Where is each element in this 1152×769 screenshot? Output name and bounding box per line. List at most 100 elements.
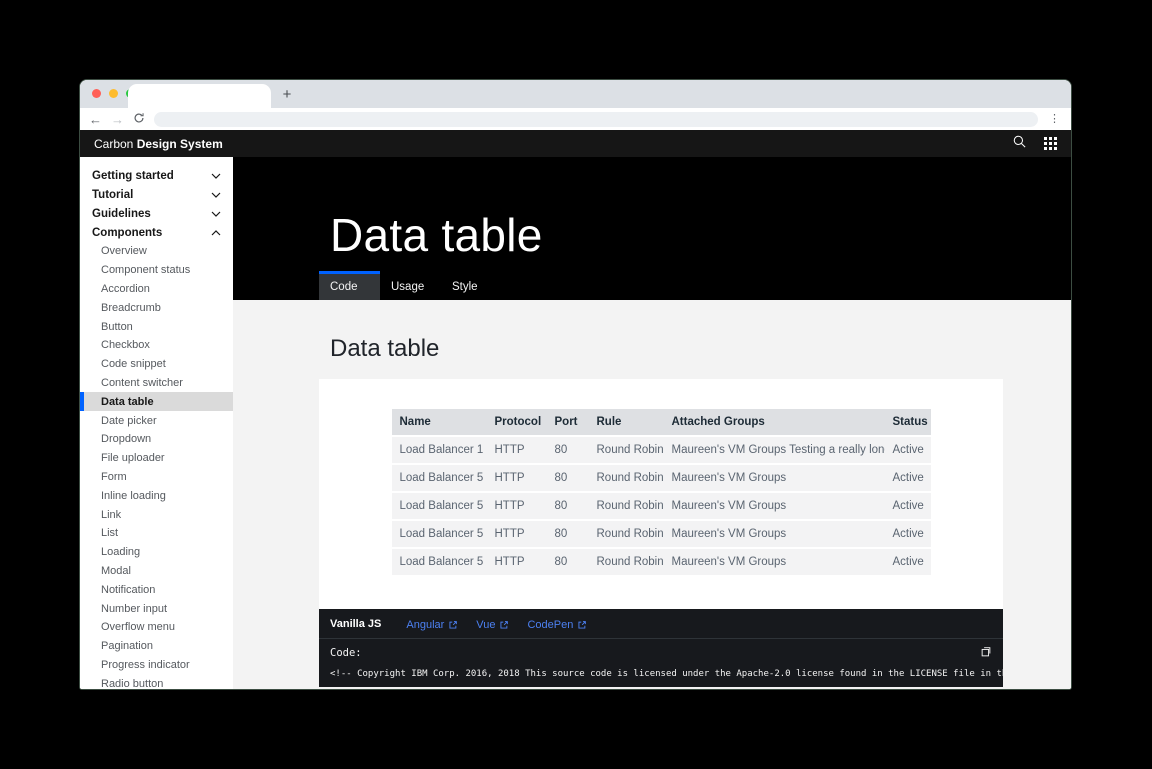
table-cell: Maureen's VM Groups Testing a really lon… bbox=[664, 436, 885, 464]
external-link-icon bbox=[499, 620, 509, 630]
table-cell: Active bbox=[885, 464, 931, 492]
page-title: Data table bbox=[330, 210, 543, 261]
table-cell: Load Balancer 5 bbox=[392, 520, 487, 548]
tab-usage[interactable]: Usage bbox=[380, 271, 441, 300]
table-cell: Round Robin bbox=[589, 520, 664, 548]
sidebar-item-date-picker[interactable]: Date picker bbox=[80, 411, 233, 430]
table-cell: Active bbox=[885, 492, 931, 520]
sidebar-item-progress-indicator[interactable]: Progress indicator bbox=[80, 656, 233, 675]
framework-label: Vanilla JS bbox=[330, 618, 381, 630]
sidebar-item-link[interactable]: Link bbox=[80, 505, 233, 524]
app-body: Getting startedTutorialGuidelinesCompone… bbox=[80, 157, 1071, 689]
sidebar-item-components[interactable]: Components bbox=[80, 223, 233, 242]
sidebar-item-content-switcher[interactable]: Content switcher bbox=[80, 374, 233, 393]
sidebar-item-label: Getting started bbox=[92, 170, 211, 182]
browser-menu-icon[interactable]: ⋮ bbox=[1047, 114, 1062, 125]
column-header-attached-groups: Attached Groups bbox=[664, 409, 885, 436]
link-angular[interactable]: Angular bbox=[406, 619, 458, 631]
column-header-rule: Rule bbox=[589, 409, 664, 436]
code-label: Code: bbox=[330, 647, 362, 659]
minimize-window-button[interactable] bbox=[109, 89, 118, 98]
table-cell: HTTP bbox=[487, 464, 547, 492]
sidebar-item-button[interactable]: Button bbox=[80, 317, 233, 336]
sidebar-item-loading[interactable]: Loading bbox=[80, 543, 233, 562]
sidebar-nav: Getting startedTutorialGuidelinesCompone… bbox=[80, 157, 233, 689]
section-heading: Data table bbox=[330, 333, 1071, 364]
link-vue[interactable]: Vue bbox=[476, 619, 509, 631]
sidebar-item-overflow-menu[interactable]: Overflow menu bbox=[80, 618, 233, 637]
site-header: Carbon Design System bbox=[80, 130, 1071, 157]
sidebar-item-radio-button[interactable]: Radio button bbox=[80, 674, 233, 689]
table-cell: Maureen's VM Groups bbox=[664, 548, 885, 576]
reload-icon[interactable] bbox=[133, 112, 145, 126]
sidebar-item-breadcrumb[interactable]: Breadcrumb bbox=[80, 298, 233, 317]
sidebar-item-label: Tutorial bbox=[92, 189, 211, 201]
chevron-down-icon bbox=[211, 192, 221, 198]
address-bar[interactable] bbox=[154, 112, 1038, 127]
table-cell: Active bbox=[885, 520, 931, 548]
chevron-down-icon bbox=[211, 173, 221, 179]
sidebar-item-data-table[interactable]: Data table bbox=[80, 392, 233, 411]
sidebar-item-accordion[interactable]: Accordion bbox=[80, 280, 233, 299]
sidebar-item-overview[interactable]: Overview bbox=[80, 242, 233, 261]
component-demo-card: NameProtocolPortRuleAttached GroupsStatu… bbox=[319, 379, 1003, 609]
link-label: CodePen bbox=[527, 619, 573, 631]
column-header-protocol: Protocol bbox=[487, 409, 547, 436]
table-cell: Round Robin bbox=[589, 492, 664, 520]
sidebar-item-inline-loading[interactable]: Inline loading bbox=[80, 486, 233, 505]
forward-icon[interactable]: → bbox=[111, 113, 124, 126]
column-header-status: Status bbox=[885, 409, 931, 436]
table-row: Load Balancer 5HTTP80Round RobinMaureen'… bbox=[392, 520, 931, 548]
new-tab-button[interactable]: + bbox=[276, 83, 298, 105]
sidebar-item-guidelines[interactable]: Guidelines bbox=[80, 204, 233, 223]
sidebar-item-pagination[interactable]: Pagination bbox=[80, 637, 233, 656]
sidebar-item-file-uploader[interactable]: File uploader bbox=[80, 449, 233, 468]
sidebar-item-modal[interactable]: Modal bbox=[80, 562, 233, 581]
table-cell: Load Balancer 5 bbox=[392, 492, 487, 520]
table-cell: Load Balancer 5 bbox=[392, 464, 487, 492]
table-cell: 80 bbox=[547, 436, 589, 464]
copy-icon[interactable] bbox=[980, 646, 992, 661]
sidebar-item-notification[interactable]: Notification bbox=[80, 580, 233, 599]
data-table: NameProtocolPortRuleAttached GroupsStatu… bbox=[392, 409, 931, 577]
site-title-bold: Design System bbox=[137, 137, 223, 151]
link-label: Vue bbox=[476, 619, 495, 631]
sidebar-item-code-snippet[interactable]: Code snippet bbox=[80, 355, 233, 374]
browser-window: + ← → ⋮ Carbon Design System Getting sta… bbox=[80, 80, 1071, 689]
sidebar-item-checkbox[interactable]: Checkbox bbox=[80, 336, 233, 355]
data-table-body: Load Balancer 1HTTP80Round RobinMaureen'… bbox=[392, 436, 931, 576]
table-cell: HTTP bbox=[487, 520, 547, 548]
table-row: Load Balancer 5HTTP80Round RobinMaureen'… bbox=[392, 548, 931, 576]
table-row: Load Balancer 5HTTP80Round RobinMaureen'… bbox=[392, 492, 931, 520]
table-cell: 80 bbox=[547, 464, 589, 492]
sidebar-item-component-status[interactable]: Component status bbox=[80, 261, 233, 280]
sidebar-item-dropdown[interactable]: Dropdown bbox=[80, 430, 233, 449]
tab-style[interactable]: Style bbox=[441, 271, 502, 300]
table-cell: 80 bbox=[547, 520, 589, 548]
code-snippet[interactable]: <!-- Copyright IBM Corp. 2016, 2018 This… bbox=[319, 667, 1003, 679]
table-cell: Round Robin bbox=[589, 548, 664, 576]
sidebar-item-list[interactable]: List bbox=[80, 524, 233, 543]
table-cell: HTTP bbox=[487, 548, 547, 576]
browser-tab[interactable] bbox=[128, 84, 271, 108]
column-header-port: Port bbox=[547, 409, 589, 436]
sidebar-item-tutorial[interactable]: Tutorial bbox=[80, 185, 233, 204]
browser-toolbar: ← → ⋮ bbox=[80, 108, 1071, 130]
search-icon[interactable] bbox=[1012, 134, 1027, 154]
sidebar-item-number-input[interactable]: Number input bbox=[80, 599, 233, 618]
sidebar-item-form[interactable]: Form bbox=[80, 468, 233, 487]
browser-tab-strip: + bbox=[80, 80, 1071, 108]
site-title: Carbon Design System bbox=[94, 137, 223, 151]
tab-code[interactable]: Code bbox=[319, 271, 380, 300]
app-switcher-icon[interactable] bbox=[1044, 137, 1057, 150]
table-cell: Round Robin bbox=[589, 436, 664, 464]
link-codepen[interactable]: CodePen bbox=[527, 619, 587, 631]
sidebar-item-getting-started[interactable]: Getting started bbox=[80, 166, 233, 185]
close-window-button[interactable] bbox=[92, 89, 101, 98]
table-cell: Active bbox=[885, 548, 931, 576]
back-icon[interactable]: ← bbox=[89, 113, 102, 126]
column-header-name: Name bbox=[392, 409, 487, 436]
table-cell: Active bbox=[885, 436, 931, 464]
code-label-row: Code: bbox=[319, 639, 1003, 667]
table-row: Load Balancer 1HTTP80Round RobinMaureen'… bbox=[392, 436, 931, 464]
